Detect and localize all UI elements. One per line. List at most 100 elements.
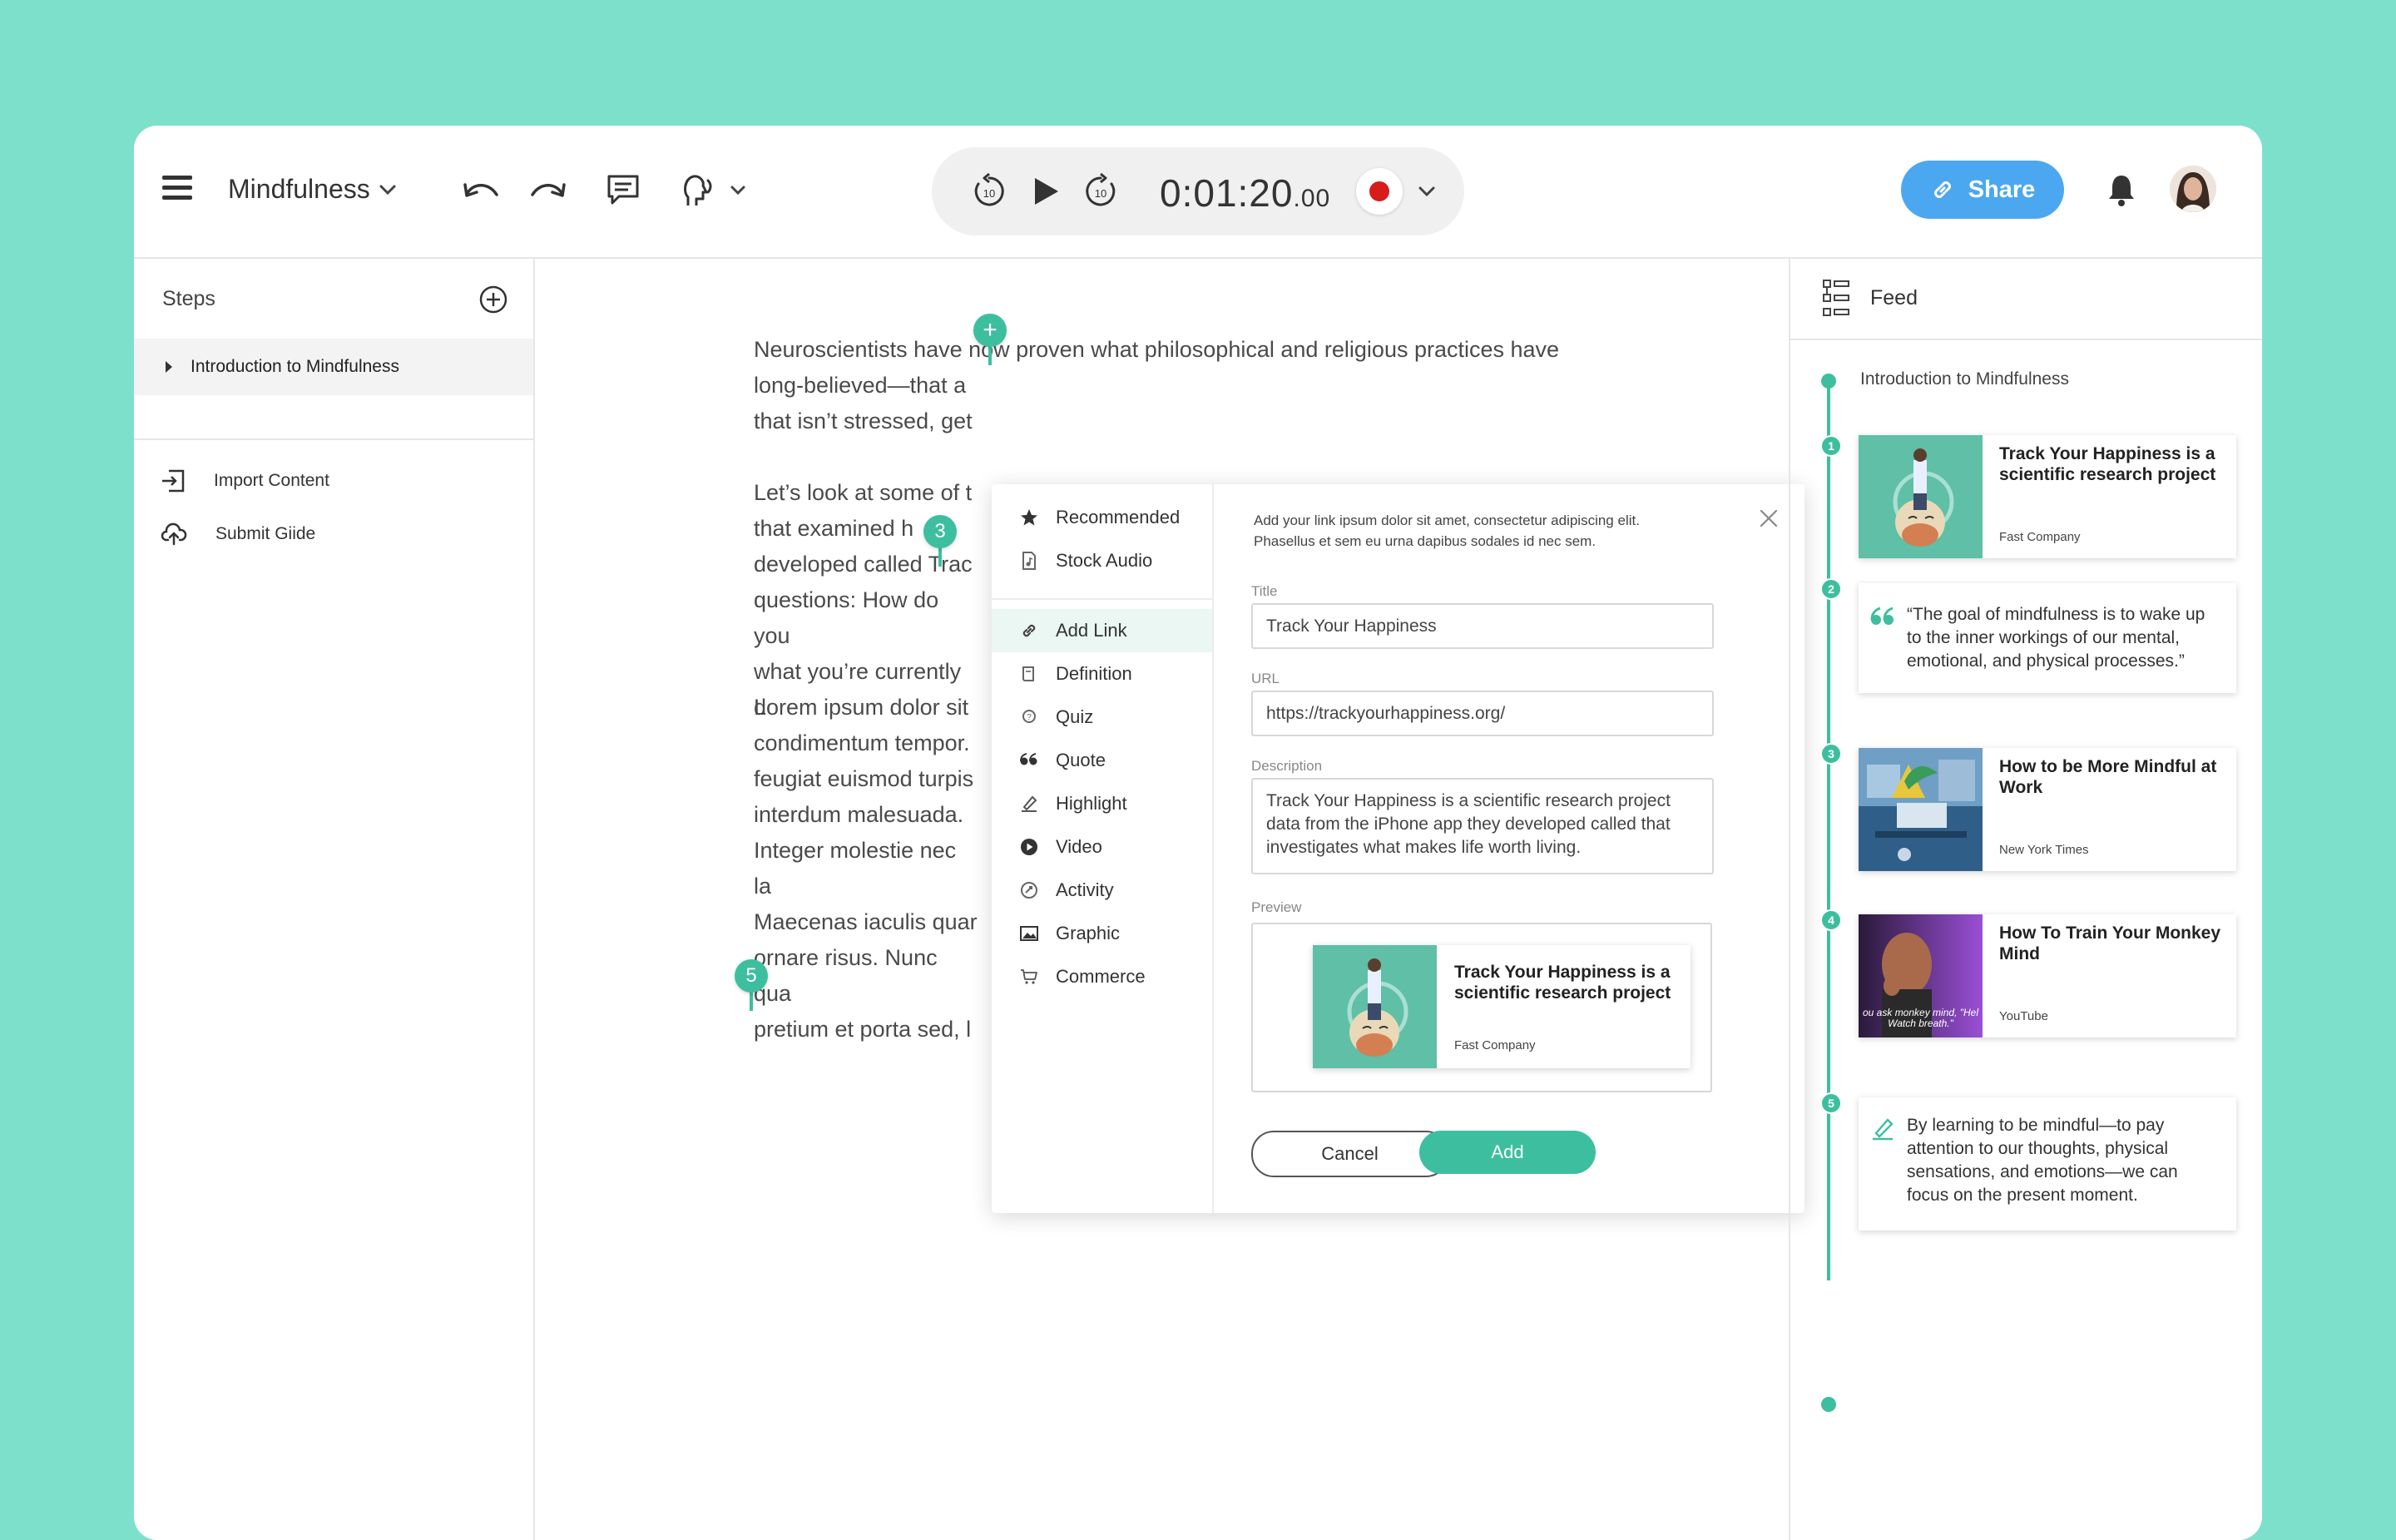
menu-item-recommended[interactable]: Recommended	[992, 496, 1212, 539]
app-window: Mindfulness 10 10 0:01:20.00 Share Steps…	[134, 126, 2262, 1540]
skip-back-button[interactable]: 10	[968, 171, 1010, 212]
record-options-dropdown[interactable]	[1414, 182, 1439, 201]
import-content-link[interactable]: Import Content	[161, 468, 329, 493]
import-content-label: Import Content	[214, 471, 329, 490]
comment-icon	[607, 175, 639, 205]
voice-dropdown-button[interactable]	[676, 169, 750, 210]
preview-label: Preview	[1251, 899, 1302, 915]
steps-sidebar: Steps Introduction to Mindfulness Import…	[134, 257, 535, 1540]
add-marker-button[interactable]: +	[973, 314, 1007, 347]
intro-line: Phasellus et sem eu urna dapibus sodales…	[1254, 533, 1597, 549]
record-dot-icon	[1369, 181, 1389, 201]
comment-button[interactable]	[604, 171, 642, 208]
menu-item-graphic[interactable]: Graphic	[992, 912, 1212, 955]
menu-item-quiz[interactable]: ? Quiz	[992, 696, 1212, 739]
paragraph-3: Lorem ipsum dolor sit condimentum tempor…	[754, 690, 978, 833]
highlighter-icon	[1873, 1118, 1894, 1141]
menu-item-activity[interactable]: Activity	[992, 869, 1212, 912]
description-textarea[interactable]: Track Your Happiness is a scientific res…	[1251, 778, 1714, 874]
quiz-icon: ?	[1019, 708, 1039, 726]
menu-item-commerce[interactable]: Commerce	[992, 955, 1212, 998]
timeline-number-2: 2	[1820, 578, 1842, 600]
notifications-button[interactable]	[2105, 171, 2138, 209]
menu-item-quote[interactable]: Quote	[992, 739, 1212, 782]
text-line: interdum malesuada.	[754, 802, 964, 827]
svg-text:10: 10	[983, 187, 995, 200]
feed-card-4[interactable]: ou ask monkey mind, "Hel Watch breath." …	[1859, 914, 2236, 1037]
share-button[interactable]: Share	[1901, 161, 2064, 219]
playback-controls: 10 10 0:01:20.00	[932, 147, 1464, 235]
content-type-menu: Recommended Stock Audio Add Link Definit…	[992, 484, 1214, 1213]
step-marker-3[interactable]: 3	[923, 515, 957, 548]
close-button[interactable]	[1756, 506, 1781, 531]
share-label: Share	[1968, 176, 2036, 203]
feed-list-icon	[1823, 280, 1849, 316]
record-button[interactable]	[1356, 168, 1403, 215]
feed-card-3[interactable]: How to be More Mindful at Work New York …	[1859, 748, 2236, 871]
timeline-number-3: 3	[1820, 743, 1842, 765]
add-step-button[interactable]	[479, 285, 507, 314]
skip-forward-button[interactable]: 10	[1080, 171, 1121, 212]
text-line: Integer molestie nec la	[754, 838, 957, 899]
rewind-10-icon: 10	[974, 172, 1004, 206]
url-input[interactable]	[1251, 691, 1714, 736]
menu-item-label: Activity	[1056, 879, 1114, 900]
step-item-label: Introduction to Mindfulness	[191, 357, 399, 376]
document-title-dropdown[interactable]: Mindfulness	[228, 174, 397, 205]
divider	[134, 438, 533, 440]
feed-highlight-text: By learning to be mindful—to pay attenti…	[1907, 1116, 2178, 1205]
highlighter-icon	[1019, 795, 1039, 813]
step-marker-5[interactable]: 5	[735, 959, 768, 993]
feed-card-5[interactable]: By learning to be mindful—to pay attenti…	[1859, 1097, 2236, 1231]
title-input[interactable]	[1251, 603, 1714, 649]
text-line: ornare risus. Nunc qua	[754, 945, 938, 1006]
link-icon	[1933, 181, 1951, 198]
step-item-introduction[interactable]: Introduction to Mindfulness	[134, 339, 533, 395]
intro-line: Add your link ipsum dolor sit amet, cons…	[1254, 513, 1640, 528]
play-circle-icon	[1019, 838, 1039, 856]
preview-source: Fast Company	[1454, 1038, 1536, 1052]
menu-item-definition[interactable]: Definition	[992, 652, 1212, 696]
feed-card-title: Track Your Happiness is a scientific res…	[1999, 444, 2216, 484]
menu-icon[interactable]	[162, 176, 192, 201]
feed-card-1[interactable]: Track Your Happiness is a scientific res…	[1859, 435, 2236, 558]
menu-item-video[interactable]: Video	[992, 825, 1212, 869]
text-line: developed called Trac	[754, 552, 973, 577]
text-line: that isn’t stressed, get	[754, 409, 973, 433]
chevron-down-icon	[379, 185, 396, 195]
undo-button[interactable]	[460, 174, 502, 207]
paragraph-4: Integer molestie nec la Maecenas iaculis…	[754, 833, 978, 1047]
quote-icon	[1019, 753, 1039, 768]
preview-card: Track Your Happiness is a scientific res…	[1313, 945, 1691, 1068]
menu-item-label: Add Link	[1056, 620, 1127, 641]
feed-quote-text: “The goal of mindfulness is to wake up t…	[1907, 605, 2205, 671]
preview-thumbnail	[1313, 945, 1437, 1068]
add-button[interactable]: Add	[1419, 1131, 1596, 1174]
menu-item-highlight[interactable]: Highlight	[992, 782, 1212, 825]
paragraph-2: Let’s look at some of t that examined h …	[754, 475, 978, 725]
add-link-dialog: Recommended Stock Audio Add Link Definit…	[992, 484, 1804, 1213]
text-line: pretium et porta sed, l	[754, 1017, 972, 1042]
submit-giide-link[interactable]: Submit Giide	[161, 522, 315, 547]
play-button[interactable]	[1027, 172, 1065, 210]
feed-thumbnail	[1859, 748, 1983, 871]
url-label: URL	[1251, 671, 1280, 686]
play-icon	[1035, 178, 1058, 205]
top-toolbar: Mindfulness 10 10 0:01:20.00 Share	[134, 126, 2262, 259]
book-icon	[1019, 665, 1039, 683]
timeline-start-dot	[1821, 374, 1836, 389]
menu-item-label: Commerce	[1056, 966, 1146, 987]
feed-thumbnail	[1859, 435, 1983, 558]
feed-card-title: How To Train Your Monkey Mind	[1999, 924, 2221, 963]
bell-icon	[2109, 176, 2134, 206]
feed-header: Feed	[1790, 257, 2262, 340]
text-line: Maecenas iaculis quar	[754, 909, 978, 934]
timeline-number-1: 1	[1820, 435, 1842, 457]
user-avatar[interactable]	[2170, 166, 2216, 212]
description-label: Description	[1251, 758, 1323, 774]
menu-item-add-link[interactable]: Add Link	[992, 609, 1212, 652]
feed-card-2[interactable]: “The goal of mindfulness is to wake up t…	[1859, 583, 2236, 693]
redo-button[interactable]	[527, 174, 569, 207]
timecode: 0:01:20.00	[1160, 171, 1330, 215]
menu-item-stock-audio[interactable]: Stock Audio	[992, 539, 1212, 582]
